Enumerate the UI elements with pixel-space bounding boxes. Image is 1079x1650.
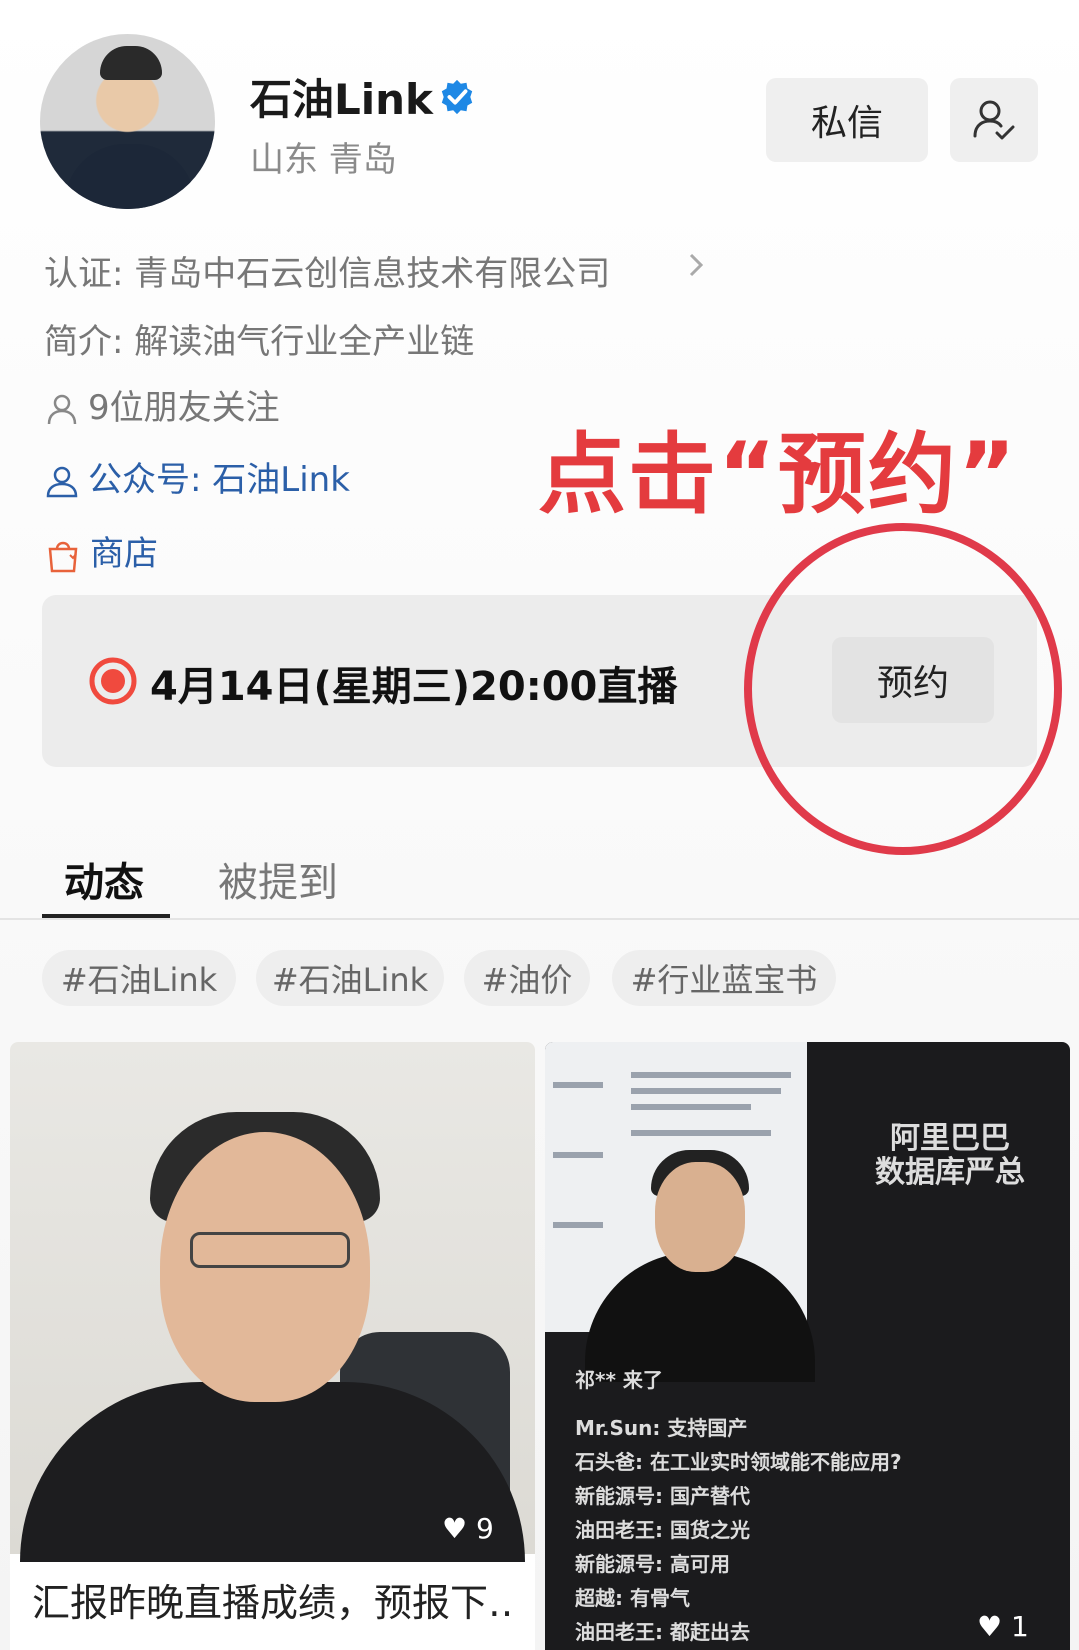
user-icon (47, 394, 77, 424)
overlay-title: 阿里巴巴 数据库严总 (875, 1122, 1025, 1190)
shop-bag-icon (48, 541, 78, 572)
live-comment: 油田老王: 国货之光 (575, 1518, 750, 1542)
tab-posts[interactable]: 动态 (64, 850, 144, 908)
click-reserve-annotation: 点击“预约” (538, 423, 1018, 526)
message-button[interactable]: 私信 (766, 78, 928, 162)
live-comment: Mr.Sun: 支持国产 (575, 1416, 748, 1440)
live-comment: 祁** 来了 (575, 1368, 663, 1392)
user-check-icon (973, 100, 1015, 140)
shop-line[interactable]: 商店 (44, 526, 158, 575)
live-comment: 新能源号: 高可用 (575, 1552, 730, 1576)
like-count: ♥ 9 (442, 1512, 494, 1545)
overlay-title-line: 阿里巴巴 (890, 1121, 1010, 1156)
live-comment: 石头爸: 在工业实时领域能不能应用? (575, 1450, 902, 1474)
intro-line: 简介: 解读油气行业全产业链 (44, 322, 475, 362)
live-comment: 油田老王: 都赶出去 (575, 1620, 750, 1644)
verification-line[interactable]: 认证: 青岛中石云创信息技术有限公司 (44, 246, 610, 295)
account-icon (46, 466, 78, 497)
overlay-title-line: 数据库严总 (875, 1155, 1025, 1190)
tab-mentions[interactable]: 被提到 (218, 850, 338, 908)
video-card[interactable]: ♥ 9 汇报昨晚直播成绩，预报下… (10, 1042, 535, 1650)
official-account-text: 公众号: 石油Link (88, 460, 350, 500)
profile-location: 山东 青岛 (250, 140, 397, 180)
video-thumbnail (10, 1042, 535, 1562)
heart-icon: ♥ (442, 1512, 468, 1545)
live-record-icon (89, 657, 137, 705)
heart-icon: ♥ (977, 1610, 1003, 1643)
friends-follow-text: 9位朋友关注 (88, 388, 280, 428)
video-caption: 汇报昨晚直播成绩，预报下… (32, 1581, 512, 1625)
profile-name: 石油Link (250, 75, 433, 124)
verified-badge-icon (441, 79, 473, 115)
live-schedule: 4月14日(星期三)20:00直播 (150, 664, 678, 710)
avatar[interactable] (40, 34, 215, 209)
tag-chip[interactable]: #石油Link (256, 950, 444, 1006)
friends-follow-line[interactable]: 9位朋友关注 (44, 380, 280, 429)
tag-chip[interactable]: #行业蓝宝书 (612, 950, 836, 1006)
video-card[interactable]: 阿里巴巴 数据库严总 祁** 来了 Mr.Sun: 支持国产 石头爸: 在工业实… (545, 1042, 1070, 1650)
shop-text: 商店 (90, 534, 158, 574)
like-count-value: 9 (476, 1512, 494, 1545)
live-comment: 新能源号: 国产替代 (575, 1484, 750, 1508)
like-count: ♥ 1 (977, 1610, 1029, 1643)
official-account-line[interactable]: 公众号: 石油Link (44, 452, 350, 501)
live-comment: 超越: 有骨气 (575, 1586, 690, 1610)
tag-chip[interactable]: #油价 (464, 950, 590, 1006)
like-count-value: 1 (1011, 1610, 1029, 1643)
tab-divider (0, 918, 1079, 920)
annotation-circle (744, 523, 1062, 855)
chevron-right-icon (689, 253, 704, 277)
follow-button[interactable] (950, 78, 1038, 162)
tag-chip[interactable]: #石油Link (42, 950, 236, 1006)
